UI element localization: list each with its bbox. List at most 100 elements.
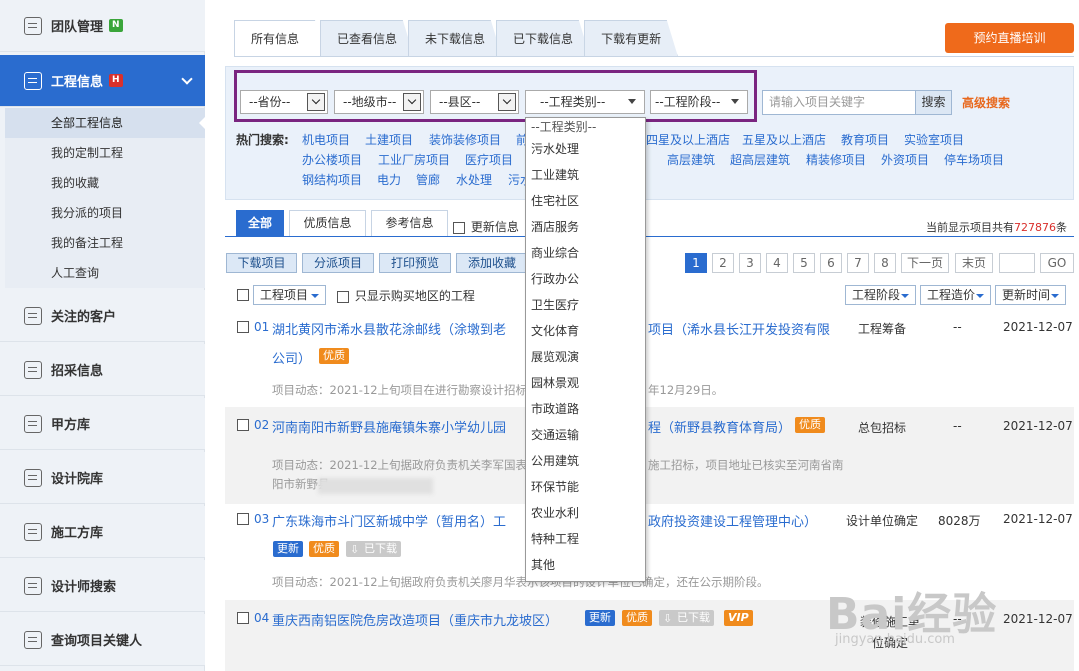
project-title[interactable]: 广东珠海市斗门区新城中学（暂用名）工: [272, 511, 506, 530]
hot-keyword[interactable]: 办公楼项目: [302, 151, 362, 168]
dropdown-option[interactable]: 文化体育: [526, 318, 645, 344]
dropdown-option[interactable]: 园林景观: [526, 370, 645, 396]
hot-keyword[interactable]: 精装修项目: [806, 151, 866, 168]
go-button[interactable]: GO: [1040, 253, 1074, 273]
advanced-search-link[interactable]: 高级搜索: [962, 94, 1010, 111]
cost-sort-dropdown[interactable]: 工程造价: [920, 285, 991, 305]
sub-item-manual[interactable]: 人工查询: [5, 258, 205, 288]
dropdown-option[interactable]: 交通运输: [526, 422, 645, 448]
sidebar-item-designer-search[interactable]: 设计师搜索: [0, 560, 205, 612]
tab-viewed[interactable]: 已查看信息: [320, 20, 415, 57]
page-3[interactable]: 3: [739, 253, 761, 273]
page-1[interactable]: 1: [685, 253, 707, 273]
page-2[interactable]: 2: [712, 253, 734, 273]
dropdown-option[interactable]: 展览观演: [526, 344, 645, 370]
search-button[interactable]: 搜索: [915, 90, 952, 115]
hot-keyword[interactable]: 停车场项目: [944, 151, 1004, 168]
row-checkbox[interactable]: [237, 419, 249, 431]
dropdown-option[interactable]: 商业综合: [526, 240, 645, 266]
hot-keyword[interactable]: 机电项目: [302, 131, 350, 148]
live-training-button[interactable]: 预约直播培训: [945, 23, 1074, 53]
page-7[interactable]: 7: [847, 253, 869, 273]
tab-not-downloaded[interactable]: 未下载信息: [408, 20, 503, 57]
project-title-cont[interactable]: 政府投资建设工程管理中心）: [648, 511, 817, 530]
dropdown-option[interactable]: --工程类别--: [526, 118, 645, 136]
dropdown-option[interactable]: 住宅社区: [526, 188, 645, 214]
tab-all-info[interactable]: 所有信息: [234, 20, 327, 57]
hot-keyword[interactable]: 工业厂房项目: [378, 151, 450, 168]
only-region-filter[interactable]: 只显示购买地区的工程: [337, 287, 475, 304]
chevron-down-icon[interactable]: [181, 73, 193, 85]
last-page-button[interactable]: 末页: [955, 253, 993, 273]
page-5[interactable]: 5: [793, 253, 815, 273]
row-checkbox[interactable]: [237, 612, 249, 624]
dropdown-option[interactable]: 市政道路: [526, 396, 645, 422]
stage-sort-dropdown[interactable]: 工程阶段: [845, 285, 916, 305]
dropdown-option[interactable]: 酒店服务: [526, 214, 645, 240]
dropdown-option[interactable]: 特种工程: [526, 526, 645, 552]
project-title[interactable]: 重庆西南铝医院危房改造项目（重庆市九龙坡区）: [272, 610, 558, 629]
project-title-cont[interactable]: 程（新野县教育体育局）: [648, 417, 791, 436]
hot-keyword[interactable]: 管廊: [416, 171, 440, 188]
update-filter[interactable]: 更新信息: [453, 218, 519, 235]
select-all-checkbox[interactable]: [237, 289, 249, 301]
hot-keyword[interactable]: 外资项目: [881, 151, 929, 168]
hot-keyword[interactable]: 教育项目: [841, 131, 889, 148]
project-title[interactable]: 河南南阳市新野县施庵镇朱寨小学幼儿园: [272, 417, 506, 436]
hot-keyword[interactable]: 四星及以上酒店: [646, 131, 730, 148]
row-checkbox[interactable]: [237, 321, 249, 333]
hot-keyword[interactable]: 电力: [377, 171, 401, 188]
hot-keyword[interactable]: 超高层建筑: [730, 151, 790, 168]
hot-keyword[interactable]: 实验室项目: [904, 131, 964, 148]
dropdown-option[interactable]: 农业水利: [526, 500, 645, 526]
tab-download-updated[interactable]: 下载有更新: [584, 20, 679, 57]
project-title-cont[interactable]: 项目（浠水县长江开发投资有限: [648, 319, 830, 338]
date-sort-dropdown[interactable]: 更新时间: [995, 285, 1066, 305]
sidebar-item-key-persons[interactable]: 查询项目关键人: [0, 614, 205, 666]
list-tab-all[interactable]: 全部: [236, 210, 284, 237]
dropdown-option[interactable]: 公用建筑: [526, 448, 645, 474]
hot-keyword[interactable]: 土建项目: [365, 131, 413, 148]
sidebar-item-customers[interactable]: 关注的客户: [0, 290, 205, 342]
hot-keyword[interactable]: 高层建筑: [667, 151, 715, 168]
project-title[interactable]: 湖北黄冈市浠水县散花涂邮线（涂墩到老: [272, 319, 506, 338]
row-checkbox[interactable]: [237, 513, 249, 525]
hot-keyword[interactable]: 钢结构项目: [302, 171, 362, 188]
tab-downloaded[interactable]: 已下载信息: [496, 20, 591, 57]
next-page-button[interactable]: 下一页: [901, 253, 949, 273]
sub-item-all-projects[interactable]: 全部工程信息: [5, 108, 206, 138]
dropdown-option[interactable]: 其他: [526, 552, 645, 578]
page-6[interactable]: 6: [820, 253, 842, 273]
sidebar-item-owners[interactable]: 甲方库: [0, 398, 205, 450]
hot-keyword[interactable]: 装饰装修项目: [429, 131, 501, 148]
page-4[interactable]: 4: [766, 253, 788, 273]
dropdown-option[interactable]: 行政办公: [526, 266, 645, 292]
only-region-checkbox[interactable]: [337, 290, 349, 303]
sub-item-custom[interactable]: 我的定制工程: [5, 138, 205, 168]
project-type-dropdown[interactable]: --工程类别-- 污水处理 工业建筑 住宅社区 酒店服务 商业综合 行政办公 卫…: [525, 117, 646, 582]
sidebar-item-project-info[interactable]: 工程信息 H: [0, 55, 205, 107]
dropdown-option[interactable]: 工业建筑: [526, 162, 645, 188]
add-favorite-button[interactable]: 添加收藏: [456, 253, 528, 273]
sub-item-assigned[interactable]: 我分派的项目: [5, 198, 205, 228]
assign-projects-button[interactable]: 分派项目: [302, 253, 374, 273]
print-preview-button[interactable]: 打印预览: [379, 253, 451, 273]
sub-item-favorites[interactable]: 我的收藏: [5, 168, 205, 198]
sidebar-item-team[interactable]: 团队管理 N: [0, 0, 205, 52]
sidebar-item-procurement[interactable]: 招采信息: [0, 344, 205, 396]
dropdown-option[interactable]: 污水处理: [526, 136, 645, 162]
project-sort-dropdown[interactable]: 工程项目: [253, 285, 326, 305]
dropdown-option[interactable]: 卫生医疗: [526, 292, 645, 318]
dropdown-option[interactable]: 环保节能: [526, 474, 645, 500]
page-8[interactable]: 8: [874, 253, 896, 273]
update-checkbox[interactable]: [453, 221, 465, 234]
sidebar-item-contractors[interactable]: 施工方库: [0, 506, 205, 558]
keyword-input[interactable]: 请输入项目关键字: [762, 90, 916, 115]
page-number-input[interactable]: [999, 253, 1035, 273]
hot-keyword[interactable]: 五星及以上酒店: [742, 131, 826, 148]
sidebar-item-design-institutes[interactable]: 设计院库: [0, 452, 205, 504]
sub-item-noted[interactable]: 我的备注工程: [5, 228, 205, 258]
project-title-cont[interactable]: 公司）: [272, 348, 311, 367]
list-tab-quality[interactable]: 优质信息: [289, 210, 366, 237]
hot-keyword[interactable]: 水处理: [456, 171, 492, 188]
